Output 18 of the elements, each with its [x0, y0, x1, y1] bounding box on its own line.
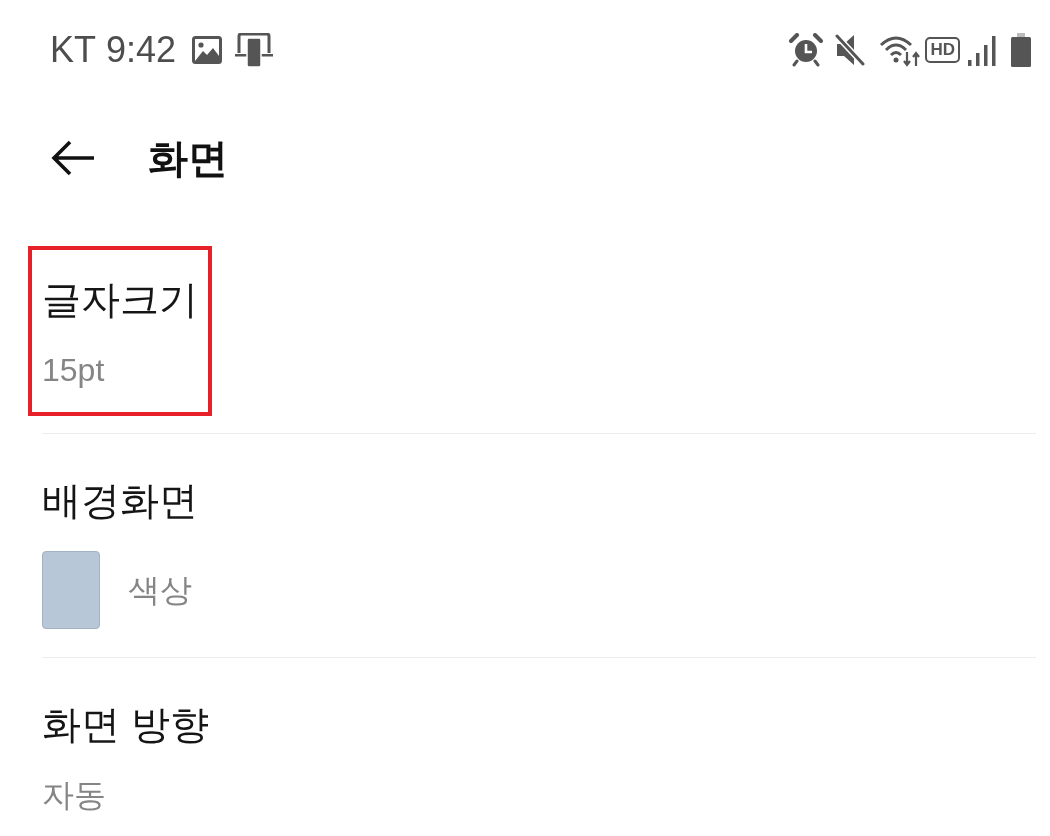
alarm-clock-icon: [789, 33, 824, 67]
image-icon: [192, 36, 223, 64]
setting-title[interactable]: 배경화면: [42, 478, 198, 524]
battery-icon: [1010, 33, 1032, 67]
muted-speaker-icon: [835, 34, 866, 66]
setting-value: 자동: [42, 776, 107, 815]
wifi-icon: [879, 33, 922, 67]
signal-icon: [968, 34, 996, 66]
status-time: 9:42: [106, 30, 177, 70]
phone-on-screen-icon: [235, 33, 274, 67]
screen-title: 화면: [148, 135, 228, 181]
setting-value: 색상: [128, 571, 192, 610]
setting-title[interactable]: 글자크기: [42, 277, 198, 323]
back-arrow-icon: [51, 140, 95, 176]
setting-title[interactable]: 화면 방향: [42, 702, 209, 748]
hd-badge: HD: [925, 37, 960, 63]
setting-value: 15pt: [42, 351, 106, 390]
carrier-label: KT: [50, 30, 96, 70]
